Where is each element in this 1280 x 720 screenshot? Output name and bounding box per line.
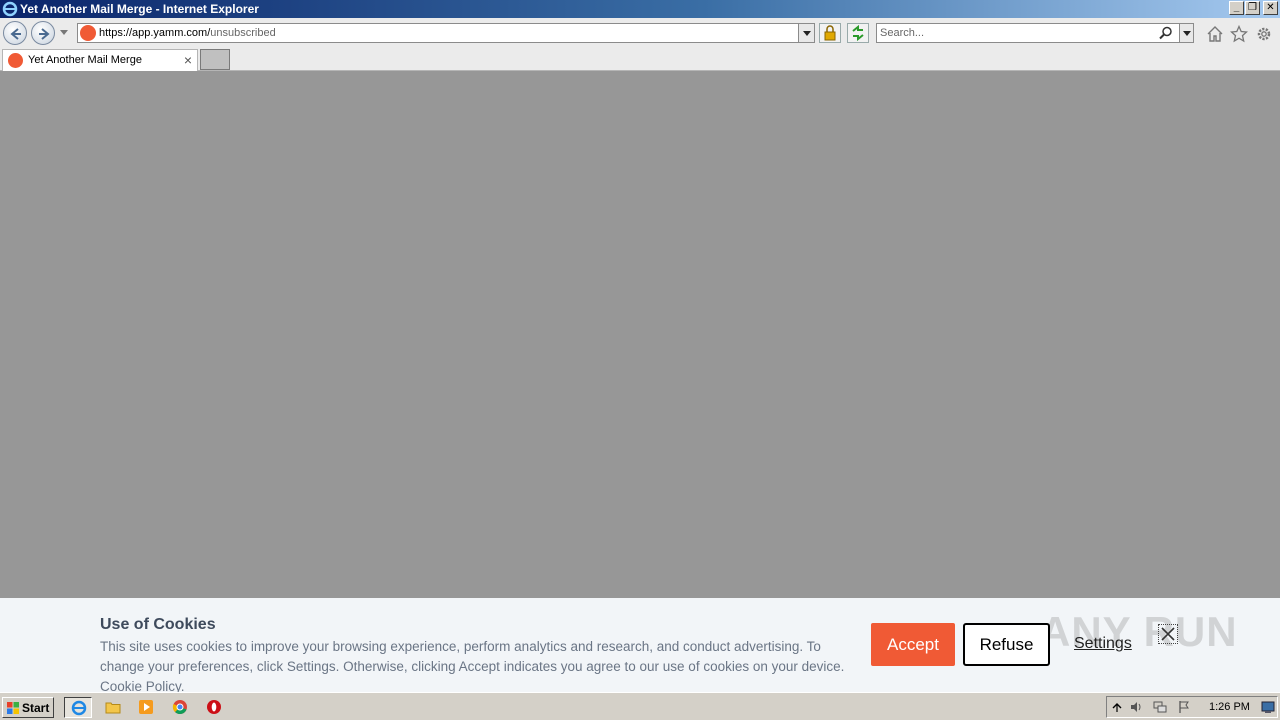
window-title: Yet Another Mail Merge - Internet Explor…	[20, 2, 259, 16]
start-label: Start	[22, 701, 50, 715]
show-desktop-icon[interactable]	[1261, 700, 1275, 714]
taskbar-explorer[interactable]	[99, 697, 127, 718]
settings-link[interactable]: Settings	[1074, 635, 1132, 653]
home-icon[interactable]	[1206, 25, 1224, 43]
refuse-button[interactable]: Refuse	[963, 623, 1050, 666]
address-url[interactable]: https://app.yamm.com/unsubscribed	[99, 27, 276, 39]
taskbar-ie[interactable]	[64, 697, 92, 718]
refresh-button[interactable]	[847, 23, 869, 43]
window-title-bar[interactable]: Yet Another Mail Merge - Internet Explor…	[0, 0, 1280, 18]
close-window-button[interactable]: ✕	[1263, 1, 1278, 15]
new-tab-button[interactable]	[200, 49, 230, 70]
search-box[interactable]	[876, 23, 1194, 43]
search-input[interactable]	[880, 26, 1150, 40]
search-icon[interactable]	[1159, 26, 1173, 40]
ie-icon	[71, 700, 87, 716]
system-tray: 1:26 PM	[1106, 696, 1278, 718]
gear-icon[interactable]	[1255, 25, 1273, 43]
back-button[interactable]	[3, 21, 27, 45]
navigation-bar: https://app.yamm.com/unsubscribed	[0, 18, 1280, 48]
lock-icon	[824, 25, 836, 41]
ie-logo-icon	[2, 1, 18, 17]
opera-icon	[207, 700, 221, 714]
windows-flag-icon	[7, 702, 19, 714]
back-icon	[10, 28, 21, 40]
cookie-banner: ANY RUN Use of Cookies This site uses co…	[0, 598, 1280, 694]
tab-yamm[interactable]: Yet Another Mail Merge ×	[2, 49, 198, 71]
cookie-title: Use of Cookies	[100, 616, 216, 633]
tab-label: Yet Another Mail Merge	[28, 54, 142, 66]
yamm-tab-icon	[8, 53, 23, 68]
minimize-button[interactable]: _	[1229, 1, 1244, 15]
taskbar-media-player[interactable]	[132, 697, 160, 718]
volume-icon[interactable]	[1129, 700, 1143, 714]
address-dropdown-button[interactable]	[798, 24, 814, 42]
security-lock-button[interactable]	[819, 23, 841, 43]
forward-button[interactable]	[31, 21, 55, 45]
taskbar-chrome[interactable]	[166, 697, 194, 718]
restore-button[interactable]: ❐	[1245, 1, 1260, 15]
yamm-site-icon	[80, 25, 96, 41]
chrome-icon	[172, 700, 187, 715]
flag-icon[interactable]	[1177, 700, 1191, 714]
page-content-overlay	[0, 71, 1280, 598]
start-button[interactable]: Start	[2, 697, 54, 718]
tab-close-icon[interactable]: ×	[184, 52, 192, 68]
favorites-star-icon[interactable]	[1230, 25, 1248, 43]
clock[interactable]: 1:26 PM	[1209, 701, 1250, 713]
tray-expand-icon[interactable]	[1110, 700, 1124, 714]
tab-bar: Yet Another Mail Merge ×	[0, 48, 1280, 71]
history-dropdown[interactable]	[60, 30, 68, 35]
taskbar-opera[interactable]	[200, 697, 228, 718]
address-bar[interactable]: https://app.yamm.com/unsubscribed	[77, 23, 815, 43]
search-dropdown-button[interactable]	[1179, 24, 1193, 42]
cookie-text: This site uses cookies to improve your b…	[100, 639, 845, 694]
close-icon	[1161, 627, 1175, 641]
anyrun-watermark: ANY RUN	[1040, 608, 1238, 655]
folder-icon	[105, 702, 121, 714]
refresh-icon	[852, 24, 864, 42]
network-icon[interactable]	[1153, 700, 1167, 714]
taskbar: Start 1:26 PM	[0, 692, 1280, 720]
accept-button[interactable]: Accept	[871, 623, 955, 666]
cookie-close-button[interactable]	[1158, 624, 1178, 644]
media-player-icon	[139, 700, 153, 714]
forward-icon	[39, 28, 50, 40]
